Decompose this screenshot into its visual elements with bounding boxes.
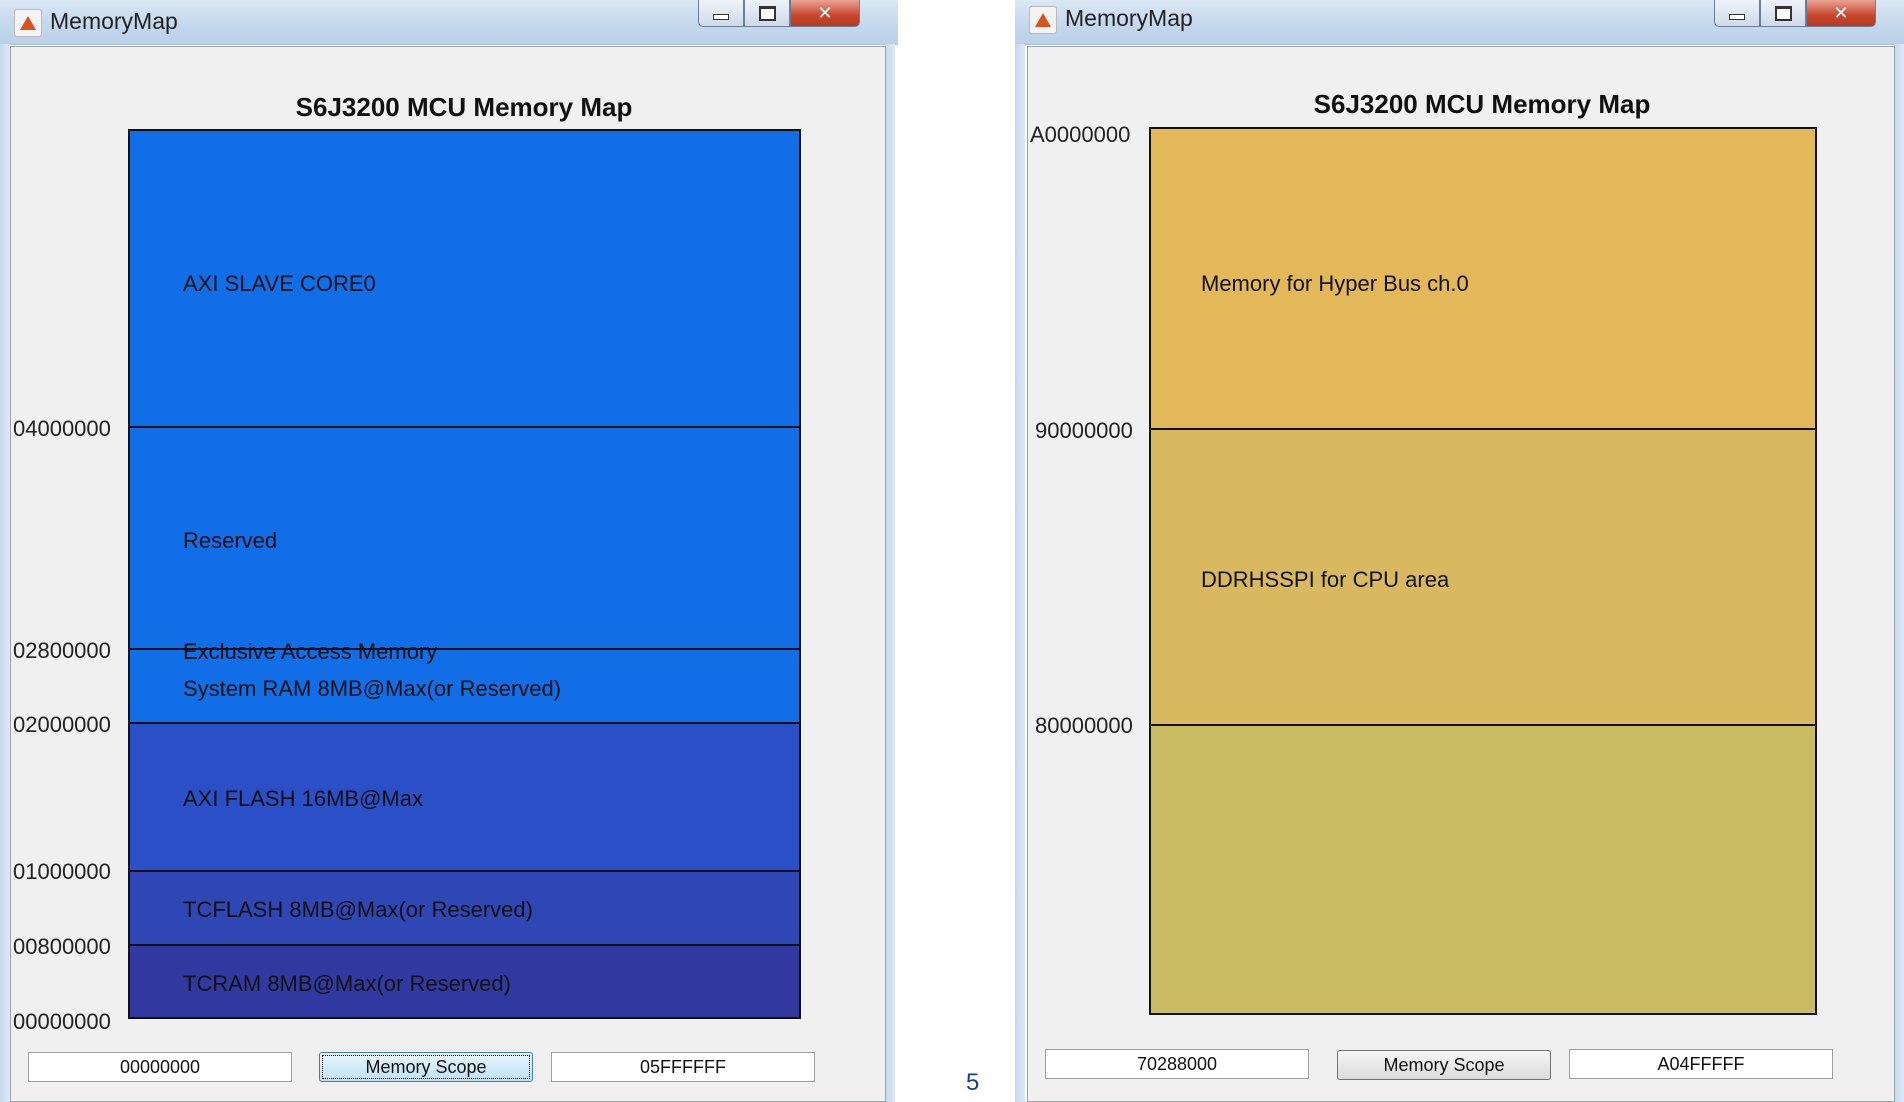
region-divider	[130, 870, 799, 872]
region-label: TCFLASH 8MB@Max(or Reserved)	[183, 897, 533, 922]
address-label: A0000000	[1030, 122, 1131, 147]
memorymap-window-right: MemoryMap ✕ S6J3200 MCU Memory Map Memor…	[1015, 0, 1904, 1102]
start-address-field[interactable]: 00000000	[28, 1052, 292, 1082]
region-divider	[1151, 724, 1815, 726]
maximize-button[interactable]	[744, 0, 790, 27]
minimize-icon	[713, 14, 729, 20]
plot-title: S6J3200 MCU Memory Map	[295, 92, 633, 122]
matlab-icon	[14, 9, 42, 37]
address-label: 90000000	[1035, 418, 1133, 443]
address-label: 02800000	[13, 638, 111, 663]
caption-buttons: ✕	[1714, 0, 1876, 28]
address-label: 80000000	[1035, 713, 1133, 738]
window-frame	[1894, 44, 1904, 1102]
region-divider	[1151, 428, 1815, 430]
address-label: 01000000	[13, 859, 111, 884]
minimize-button[interactable]	[1714, 0, 1760, 27]
memory-scope-button[interactable]: Memory Scope	[319, 1052, 533, 1082]
address-label: 00800000	[13, 934, 111, 959]
window-title: MemoryMap	[1065, 5, 1193, 31]
page-number: 5	[966, 1069, 980, 1096]
minimize-icon	[1729, 14, 1745, 20]
memory-map-plot: Memory for Hyper Bus ch.0 DDRHSSPI for C…	[1149, 127, 1817, 1015]
region-label: Exclusive Access Memory	[183, 639, 438, 664]
window-title: MemoryMap	[50, 8, 178, 34]
window-frame	[0, 44, 10, 1102]
close-button[interactable]: ✕	[790, 0, 860, 27]
address-label: 04000000	[13, 416, 111, 441]
plot-title: S6J3200 MCU Memory Map	[1313, 89, 1651, 119]
matlab-icon	[1029, 6, 1057, 34]
caption-buttons: ✕	[698, 0, 860, 28]
close-button[interactable]: ✕	[1806, 0, 1876, 27]
region-label: Memory for Hyper Bus ch.0	[1201, 271, 1469, 296]
region-label: System RAM 8MB@Max(or Reserved)	[183, 676, 562, 701]
region-divider	[130, 722, 799, 724]
region-unlabeled	[1151, 725, 1815, 1013]
title-bar[interactable]: MemoryMap ✕	[1015, 0, 1904, 45]
memory-map-plot: AXI SLAVE CORE0 Reserved Exclusive Acces…	[128, 129, 801, 1019]
memory-scope-button[interactable]: Memory Scope	[1337, 1050, 1551, 1080]
region-divider	[130, 426, 799, 428]
region-label: Reserved	[183, 528, 278, 553]
region-divider	[130, 944, 799, 946]
address-label: 00000000	[13, 1009, 111, 1034]
minimize-button[interactable]	[698, 0, 744, 27]
region-label: AXI FLASH 16MB@Max	[183, 786, 423, 811]
region-label: DDRHSSPI for CPU area	[1201, 567, 1450, 592]
maximize-button[interactable]	[1760, 0, 1806, 27]
region-label: AXI SLAVE CORE0	[183, 271, 376, 296]
close-icon: ✕	[817, 2, 833, 24]
region-label: TCRAM 8MB@Max(or Reserved)	[183, 971, 511, 996]
address-label: 02000000	[13, 712, 111, 737]
title-bar[interactable]: MemoryMap ✕	[0, 0, 898, 45]
end-address-field[interactable]: A04FFFFF	[1569, 1049, 1833, 1079]
end-address-field[interactable]: 05FFFFFF	[551, 1052, 815, 1082]
start-address-field[interactable]: 70288000	[1045, 1049, 1309, 1079]
window-frame	[885, 44, 895, 1102]
memorymap-window-left: MemoryMap ✕ S6J3200 MCU Memory Map AXI S…	[0, 0, 898, 1102]
window-frame	[1015, 44, 1025, 1102]
close-icon: ✕	[1833, 2, 1849, 24]
maximize-icon	[758, 5, 776, 21]
maximize-icon	[1774, 5, 1792, 21]
